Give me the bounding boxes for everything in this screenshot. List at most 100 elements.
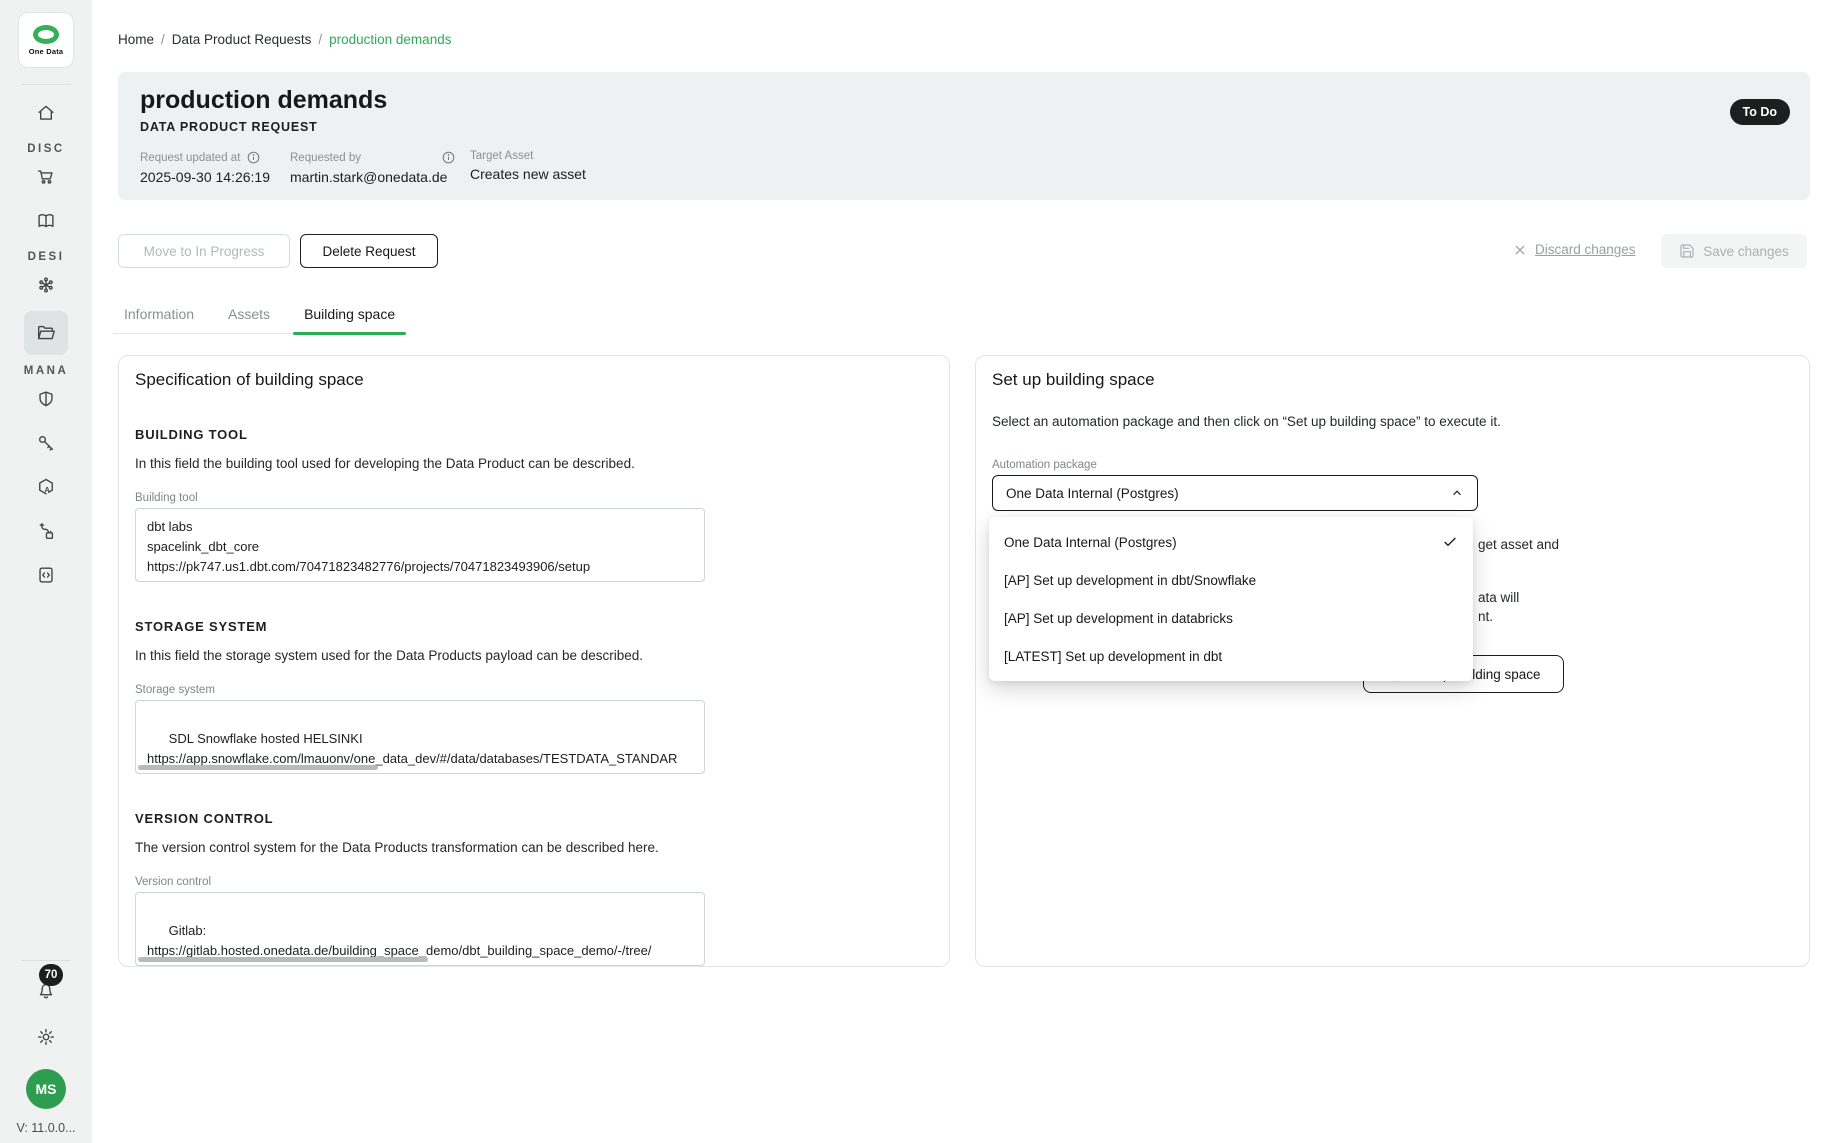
discard-changes-label: Discard changes xyxy=(1535,242,1636,257)
meta-requested-by: Requested by martin.stark@onedata.de xyxy=(290,150,470,185)
automation-package-value: One Data Internal (Postgres) xyxy=(1006,486,1179,501)
key-icon xyxy=(35,432,57,454)
sidebar-item-marketplace[interactable] xyxy=(25,157,67,197)
onedata-logo[interactable]: One Data xyxy=(18,12,74,68)
dropdown-option-label: [LATEST] Set up development in dbt xyxy=(1004,649,1222,664)
sidebar-section-manage: MANA xyxy=(24,365,69,377)
meta-updated-label: Request updated at xyxy=(140,152,240,164)
specification-panel: Specification of building space BUILDING… xyxy=(118,355,950,967)
meta-requested-value: martin.stark@onedata.de xyxy=(290,169,470,185)
storage-system-textarea[interactable]: SDL Snowflake hosted HELSINKI https://ap… xyxy=(135,700,705,774)
dropdown-option-one-data-internal[interactable]: One Data Internal (Postgres) xyxy=(989,523,1473,561)
tab-building-space[interactable]: Building space xyxy=(293,298,406,333)
tab-assets[interactable]: Assets xyxy=(217,298,281,333)
storage-system-heading: STORAGE SYSTEM xyxy=(135,619,933,634)
open-book-icon xyxy=(35,210,57,232)
discard-changes-button[interactable]: Discard changes xyxy=(1513,242,1636,257)
sidebar-item-data-product-requests[interactable] xyxy=(24,311,68,355)
shield-icon xyxy=(35,388,57,410)
version-control-description: The version control system for the Data … xyxy=(135,840,933,855)
meta-target-asset: Target Asset Creates new asset xyxy=(470,150,586,185)
sidebar-item-automation[interactable]: A xyxy=(25,467,67,507)
storage-system-description: In this field the storage system used fo… xyxy=(135,648,933,663)
dropdown-option-dbt-snowflake[interactable]: [AP] Set up development in dbt/Snowflake xyxy=(989,561,1473,599)
code-document-icon xyxy=(35,564,57,586)
dropdown-option-databricks[interactable]: [AP] Set up development in databricks xyxy=(989,599,1473,637)
obscured-text-fragment: ata will xyxy=(1478,590,1519,605)
meta-target-label: Target Asset xyxy=(470,150,533,162)
sidebar-section-design: DESI xyxy=(28,251,65,263)
settings-button[interactable] xyxy=(25,1017,67,1057)
obscured-text-fragment: get asset and xyxy=(1478,537,1559,552)
chevron-up-icon xyxy=(1450,486,1464,500)
building-tool-description: In this field the building tool used for… xyxy=(135,456,933,471)
info-icon[interactable] xyxy=(441,150,456,165)
gear-icon xyxy=(35,1026,57,1048)
storage-system-field-label: Storage system xyxy=(135,684,933,696)
request-header-card: production demands DATA PRODUCT REQUEST … xyxy=(118,72,1810,200)
setup-panel-description: Select an automation package and then cl… xyxy=(992,414,1793,429)
page-subtitle: DATA PRODUCT REQUEST xyxy=(140,120,1788,134)
tab-information[interactable]: Information xyxy=(113,298,205,333)
notification-badge: 70 xyxy=(39,964,63,986)
storage-system-text: SDL Snowflake hosted HELSINKI https://ap… xyxy=(147,731,677,766)
automation-package-label: Automation package xyxy=(992,459,1793,471)
version-control-textarea[interactable]: Gitlab: https://gitlab.hosted.onedata.de… xyxy=(135,892,705,966)
sidebar-item-connections[interactable] xyxy=(25,511,67,551)
sidebar: One Data DISC DESI MANA A xyxy=(0,0,92,1143)
open-folder-icon xyxy=(35,322,57,344)
request-meta: Request updated at 2025-09-30 14:26:19 R… xyxy=(140,150,1788,185)
automation-package-select[interactable]: One Data Internal (Postgres) xyxy=(992,475,1478,511)
tab-bar: Information Assets Building space xyxy=(113,298,406,334)
automation-package-dropdown: One Data Internal (Postgres) [AP] Set up… xyxy=(989,517,1473,681)
save-changes-button[interactable]: Save changes xyxy=(1661,234,1807,268)
horizontal-scrollbar[interactable] xyxy=(138,957,428,962)
building-tool-heading: BUILDING TOOL xyxy=(135,427,933,442)
sidebar-divider xyxy=(21,84,71,85)
delete-request-button[interactable]: Delete Request xyxy=(300,234,438,268)
move-to-in-progress-button[interactable]: Move to In Progress xyxy=(118,234,290,268)
meta-updated-at: Request updated at 2025-09-30 14:26:19 xyxy=(140,150,290,185)
sidebar-item-workflows[interactable] xyxy=(25,265,67,305)
sidebar-item-api-docs[interactable] xyxy=(25,555,67,595)
app-window: One Data DISC DESI MANA A xyxy=(0,0,1832,1143)
user-avatar[interactable]: MS xyxy=(26,1069,66,1109)
meta-updated-value: 2025-09-30 14:26:19 xyxy=(140,169,290,185)
specification-panel-title: Specification of building space xyxy=(135,370,933,390)
sidebar-item-access-keys[interactable] xyxy=(25,423,67,463)
dropdown-option-label: [AP] Set up development in dbt/Snowflake xyxy=(1004,573,1256,588)
close-icon xyxy=(1513,243,1527,257)
onedata-logo-label: One Data xyxy=(29,47,64,56)
notifications-button[interactable]: 70 xyxy=(25,971,67,1011)
obscured-text-fragment: nt. xyxy=(1478,609,1493,624)
breadcrumb-data-product-requests[interactable]: Data Product Requests xyxy=(172,32,312,47)
app-version: V: 11.0.0... xyxy=(16,1121,75,1135)
sidebar-section-discover: DISC xyxy=(27,143,64,155)
horizontal-scrollbar[interactable] xyxy=(138,765,378,770)
status-badge: To Do xyxy=(1730,99,1790,125)
dropdown-option-latest-dbt[interactable]: [LATEST] Set up development in dbt xyxy=(989,637,1473,675)
page-title: production demands xyxy=(140,86,1788,115)
plug-icon xyxy=(35,520,57,542)
meta-requested-label: Requested by xyxy=(290,152,361,164)
cart-icon xyxy=(35,166,57,188)
check-icon xyxy=(1442,534,1458,550)
save-icon xyxy=(1679,243,1695,259)
sidebar-bottom-divider xyxy=(21,960,71,961)
home-icon xyxy=(35,102,57,124)
breadcrumb-separator: / xyxy=(161,32,165,47)
svg-text:A: A xyxy=(44,485,50,494)
breadcrumb-home[interactable]: Home xyxy=(118,32,154,47)
building-tool-field-label: Building tool xyxy=(135,492,933,504)
breadcrumb-separator: / xyxy=(318,32,322,47)
building-tool-textarea[interactable]: dbt labs spacelink_dbt_core https://pk74… xyxy=(135,508,705,582)
sidebar-item-catalog[interactable] xyxy=(25,201,67,241)
info-icon[interactable] xyxy=(246,150,261,165)
version-control-heading: VERSION CONTROL xyxy=(135,811,933,826)
dropdown-option-label: [AP] Set up development in databricks xyxy=(1004,611,1233,626)
sidebar-item-home[interactable] xyxy=(25,93,67,133)
setup-panel-title: Set up building space xyxy=(992,370,1793,390)
dropdown-option-label: One Data Internal (Postgres) xyxy=(1004,535,1177,550)
cluster-icon xyxy=(35,274,57,296)
sidebar-item-security[interactable] xyxy=(25,379,67,419)
